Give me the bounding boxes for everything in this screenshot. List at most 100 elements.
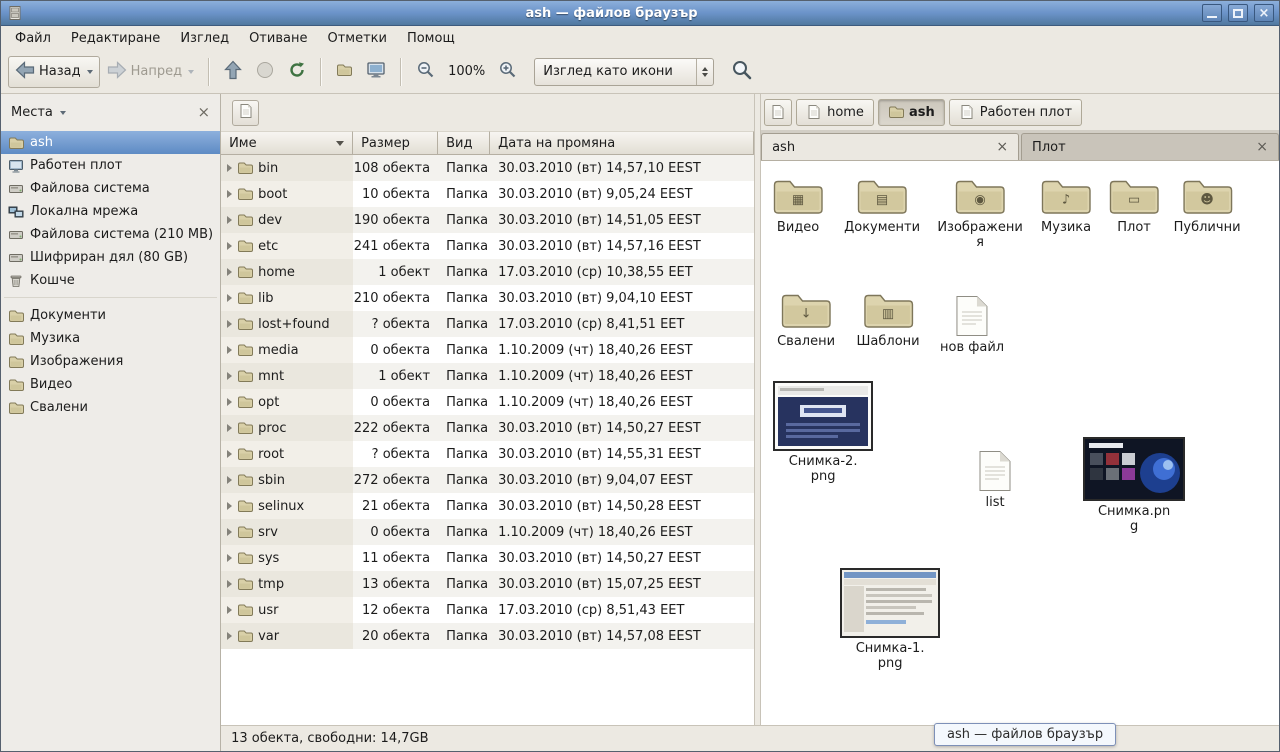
zoom-in-button[interactable] xyxy=(491,56,524,88)
sidebar-item[interactable]: ash xyxy=(1,131,220,154)
column-header[interactable]: Дата на промяна xyxy=(490,131,754,155)
icon-view-item[interactable]: ▤ Документи xyxy=(844,177,920,235)
column-header[interactable]: Име xyxy=(221,131,353,155)
sidebar-item[interactable]: Шифриран дял (80 GB) xyxy=(1,246,220,269)
table-row[interactable]: usr 12 обекта Папка 17.03.2010 (ср) 8,51… xyxy=(221,597,754,623)
path-button-home[interactable]: home xyxy=(796,99,874,126)
minimize-button[interactable] xyxy=(1202,4,1222,22)
table-row[interactable]: home 1 обект Папка 17.03.2010 (ср) 10,38… xyxy=(221,259,754,285)
expander-icon[interactable] xyxy=(227,346,232,354)
expander-icon[interactable] xyxy=(227,320,232,328)
icon-view-item[interactable]: ↓ Свалени xyxy=(777,291,835,349)
menu-item[interactable]: Помощ xyxy=(397,28,465,49)
maximize-button[interactable] xyxy=(1228,4,1248,22)
forward-button[interactable]: Напред xyxy=(100,56,201,88)
view-mode-select[interactable]: Изглед като икони xyxy=(534,58,714,86)
path-button-ash[interactable]: ash xyxy=(878,99,945,126)
table-row[interactable]: bin 108 обекта Папка 30.03.2010 (вт) 14,… xyxy=(221,155,754,181)
home-button[interactable] xyxy=(329,56,359,88)
table-row[interactable]: opt 0 обекта Папка 1.10.2009 (чт) 18,40,… xyxy=(221,389,754,415)
expander-icon[interactable] xyxy=(227,424,232,432)
table-row[interactable]: selinux 21 обекта Папка 30.03.2010 (вт) … xyxy=(221,493,754,519)
expander-icon[interactable] xyxy=(227,216,232,224)
sidebar-item[interactable]: Свалени xyxy=(1,396,220,419)
titlebar[interactable]: ash — файлов браузър × xyxy=(1,1,1279,26)
up-button[interactable] xyxy=(217,56,249,88)
sidebar-item[interactable]: Видео xyxy=(1,373,220,396)
expander-icon[interactable] xyxy=(227,528,232,536)
icon-view-item[interactable]: ☻ Публични xyxy=(1174,177,1241,235)
sidebar-item[interactable]: Файлова система (210 MB) xyxy=(1,223,220,246)
table-row[interactable]: mnt 1 обект Папка 1.10.2009 (чт) 18,40,2… xyxy=(221,363,754,389)
expander-icon[interactable] xyxy=(227,294,232,302)
table-row[interactable]: proc 222 обекта Папка 30.03.2010 (вт) 14… xyxy=(221,415,754,441)
expander-icon[interactable] xyxy=(227,632,232,640)
table-row[interactable]: var 20 обекта Папка 30.03.2010 (вт) 14,5… xyxy=(221,623,754,649)
places-title[interactable]: Места xyxy=(11,105,53,120)
zoom-out-button[interactable] xyxy=(409,56,442,88)
menu-item[interactable]: Отиване xyxy=(239,28,317,49)
table-row[interactable]: media 0 обекта Папка 1.10.2009 (чт) 18,4… xyxy=(221,337,754,363)
sidebar-item[interactable]: Документи xyxy=(1,304,220,327)
expander-icon[interactable] xyxy=(227,476,232,484)
icon-view-item[interactable]: Снимка.png xyxy=(1083,437,1185,535)
tab-close-button[interactable]: × xyxy=(1256,140,1268,154)
sidebar-item[interactable]: Локална мрежа xyxy=(1,200,220,223)
icon-view-item[interactable]: ▦ Видео xyxy=(772,177,824,235)
sidebar-close-button[interactable]: × xyxy=(198,105,211,120)
column-header[interactable]: Размер xyxy=(353,131,438,155)
search-button[interactable] xyxy=(724,56,760,88)
back-button[interactable]: Назад xyxy=(8,56,100,88)
tab-Плот[interactable]: Плот × xyxy=(1021,133,1279,160)
expander-icon[interactable] xyxy=(227,580,232,588)
icon-view-item[interactable]: ♪ Музика xyxy=(1040,177,1092,235)
expander-icon[interactable] xyxy=(227,268,232,276)
close-button[interactable]: × xyxy=(1254,4,1274,22)
expander-icon[interactable] xyxy=(227,190,232,198)
tab-close-button[interactable]: × xyxy=(996,140,1008,154)
table-row[interactable]: lost+found ? обекта Папка 17.03.2010 (ср… xyxy=(221,311,754,337)
table-row[interactable]: etc 241 обекта Папка 30.03.2010 (вт) 14,… xyxy=(221,233,754,259)
path-root-button[interactable] xyxy=(764,99,792,126)
menu-item[interactable]: Файл xyxy=(5,28,61,49)
table-row[interactable]: dev 190 обекта Папка 30.03.2010 (вт) 14,… xyxy=(221,207,754,233)
column-header[interactable]: Вид xyxy=(438,131,490,155)
icon-view-item[interactable]: ▭ Плот xyxy=(1108,177,1160,235)
expander-icon[interactable] xyxy=(227,606,232,614)
expander-icon[interactable] xyxy=(227,554,232,562)
menu-item[interactable]: Отметки xyxy=(317,28,396,49)
table-row[interactable]: sbin 272 обекта Папка 30.03.2010 (вт) 9,… xyxy=(221,467,754,493)
expander-icon[interactable] xyxy=(227,372,232,380)
icon-view[interactable]: ▦ Видео ▤ Документи ◉ Изображения ♪ Музи… xyxy=(761,161,1279,725)
icon-view-item[interactable]: list xyxy=(978,450,1012,510)
sidebar-item[interactable]: Файлова система xyxy=(1,177,220,200)
table-row[interactable]: sys 11 обекта Папка 30.03.2010 (вт) 14,5… xyxy=(221,545,754,571)
table-row[interactable]: tmp 13 обекта Папка 30.03.2010 (вт) 15,0… xyxy=(221,571,754,597)
expander-icon[interactable] xyxy=(227,164,232,172)
icon-view-item[interactable]: Снимка-2.png xyxy=(773,381,873,485)
icon-view-item[interactable]: ◉ Изображения xyxy=(936,177,1024,251)
sidebar-item[interactable]: Музика xyxy=(1,327,220,350)
table-row[interactable]: srv 0 обекта Папка 1.10.2009 (чт) 18,40,… xyxy=(221,519,754,545)
tab-ash[interactable]: ash × xyxy=(761,133,1019,160)
path-button-Работен плот[interactable]: Работен плот xyxy=(949,99,1082,126)
spinner-arrows-icon[interactable] xyxy=(696,59,713,85)
computer-button[interactable] xyxy=(359,56,393,88)
menu-item[interactable]: Изглед xyxy=(170,28,239,49)
expander-icon[interactable] xyxy=(227,502,232,510)
sidebar-item[interactable]: Изображения xyxy=(1,350,220,373)
sidebar-item[interactable]: Кошче xyxy=(1,269,220,292)
icon-view-item[interactable]: Снимка-1.png xyxy=(840,568,940,672)
root-location-button[interactable] xyxy=(232,100,259,126)
pane-splitter[interactable] xyxy=(754,94,761,725)
table-row[interactable]: root ? обекта Папка 30.03.2010 (вт) 14,5… xyxy=(221,441,754,467)
icon-view-item[interactable]: ▥ Шаблони xyxy=(857,291,920,349)
expander-icon[interactable] xyxy=(227,242,232,250)
icon-view-item[interactable]: нов файл xyxy=(940,295,1004,355)
reload-button[interactable] xyxy=(281,56,313,88)
sidebar-item[interactable]: Работен плот xyxy=(1,154,220,177)
table-row[interactable]: boot 10 обекта Папка 30.03.2010 (вт) 9,0… xyxy=(221,181,754,207)
table-row[interactable]: lib 210 обекта Папка 30.03.2010 (вт) 9,0… xyxy=(221,285,754,311)
expander-icon[interactable] xyxy=(227,398,232,406)
stop-button[interactable] xyxy=(249,56,281,88)
